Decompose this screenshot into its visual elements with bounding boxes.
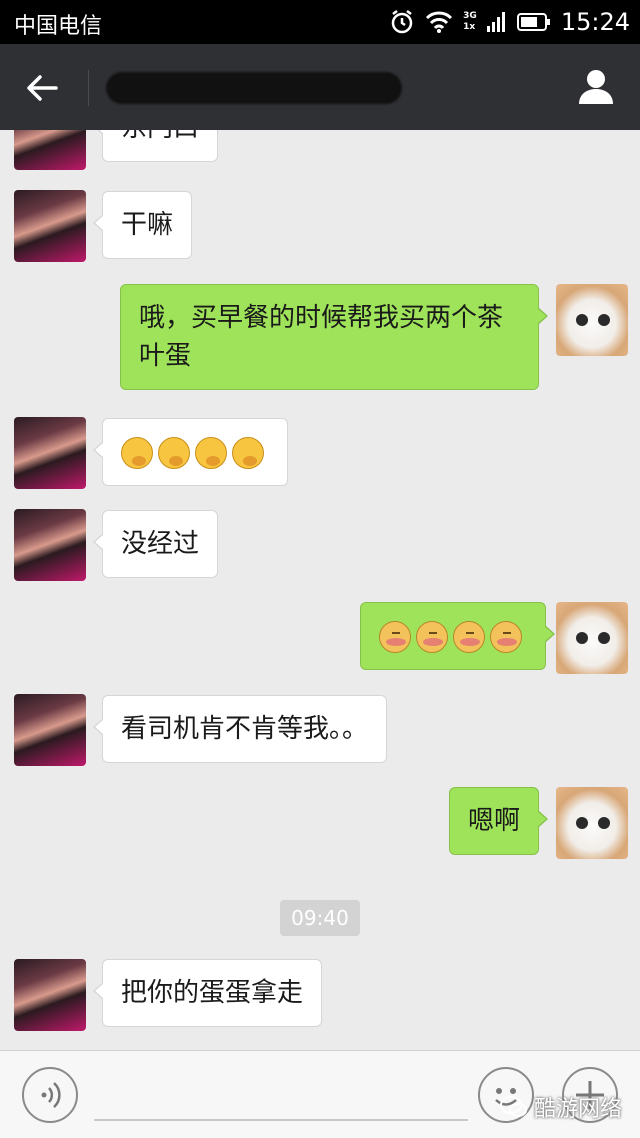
- header-divider: [88, 70, 89, 106]
- contact-name: ██████████: [106, 72, 402, 104]
- message-incoming[interactable]: 看司机肯不肯等我。。: [92, 695, 388, 763]
- alarm-icon: [389, 9, 415, 35]
- message-incoming[interactable]: 把你的蛋蛋拿走: [92, 959, 323, 1027]
- carrier-label: 中国电信: [14, 14, 103, 39]
- contact-avatar[interactable]: [14, 694, 86, 766]
- network-1x-label: 1x: [463, 22, 476, 32]
- network-3g-label: 3G: [463, 11, 477, 21]
- message-incoming-emoji[interactable]: [93, 418, 288, 486]
- voice-icon: [41, 1082, 61, 1108]
- clock-time: 15:24: [560, 8, 630, 36]
- watermark: 酷游网络: [500, 1091, 622, 1123]
- contact-avatar[interactable]: [14, 190, 86, 262]
- thinking-emoji-icon: [121, 436, 153, 469]
- shy-emoji-icon: [453, 620, 485, 653]
- message-input[interactable]: [94, 1073, 468, 1121]
- thinking-emoji-icon: [158, 436, 190, 469]
- shy-emoji-icon: [490, 620, 522, 653]
- wifi-icon: [425, 10, 453, 34]
- contact-avatar[interactable]: [14, 130, 86, 170]
- message-incoming[interactable]: 干嘛: [92, 191, 193, 259]
- contact-avatar[interactable]: [14, 417, 86, 489]
- shy-emoji-icon: [379, 620, 411, 653]
- watermark-text: 酷游网络: [534, 1097, 623, 1122]
- my-avatar[interactable]: [556, 284, 628, 356]
- signal-icon: [486, 10, 507, 34]
- person-icon: [579, 70, 613, 104]
- thinking-emoji-icon: [195, 436, 227, 469]
- back-button[interactable]: [22, 68, 62, 108]
- input-bar: 酷游网络: [0, 1050, 640, 1138]
- arrow-left-icon: [27, 75, 58, 101]
- message-incoming[interactable]: 东门口: [92, 130, 219, 162]
- voice-button[interactable]: [22, 1067, 78, 1123]
- thinking-emoji-icon: [232, 436, 264, 469]
- message-list[interactable]: 东门口 干嘛 哦，买早餐的时候帮我买两个茶叶蛋 没经过 看司机肯不肯等我。。 嗯…: [0, 130, 640, 1050]
- my-avatar[interactable]: [556, 602, 628, 674]
- status-bar: 中国电信 3G 1x 15:24: [0, 0, 640, 44]
- contact-avatar[interactable]: [14, 959, 86, 1031]
- chat-header: ██████████: [0, 44, 640, 130]
- my-avatar[interactable]: [556, 787, 628, 859]
- message-outgoing[interactable]: 哦，买早餐的时候帮我买两个茶叶蛋: [120, 284, 548, 390]
- message-incoming[interactable]: 没经过: [92, 510, 219, 578]
- message-outgoing[interactable]: 嗯啊: [449, 787, 549, 855]
- contact-avatar[interactable]: [14, 509, 86, 581]
- battery-icon: [516, 12, 551, 32]
- network-indicator: 3G 1x: [463, 11, 477, 33]
- message-outgoing-emoji[interactable]: [360, 602, 555, 670]
- wechat-logo-icon: [500, 1096, 527, 1117]
- shy-emoji-icon: [416, 620, 448, 653]
- profile-button[interactable]: [576, 66, 616, 106]
- timestamp-divider: 09:40: [280, 900, 360, 936]
